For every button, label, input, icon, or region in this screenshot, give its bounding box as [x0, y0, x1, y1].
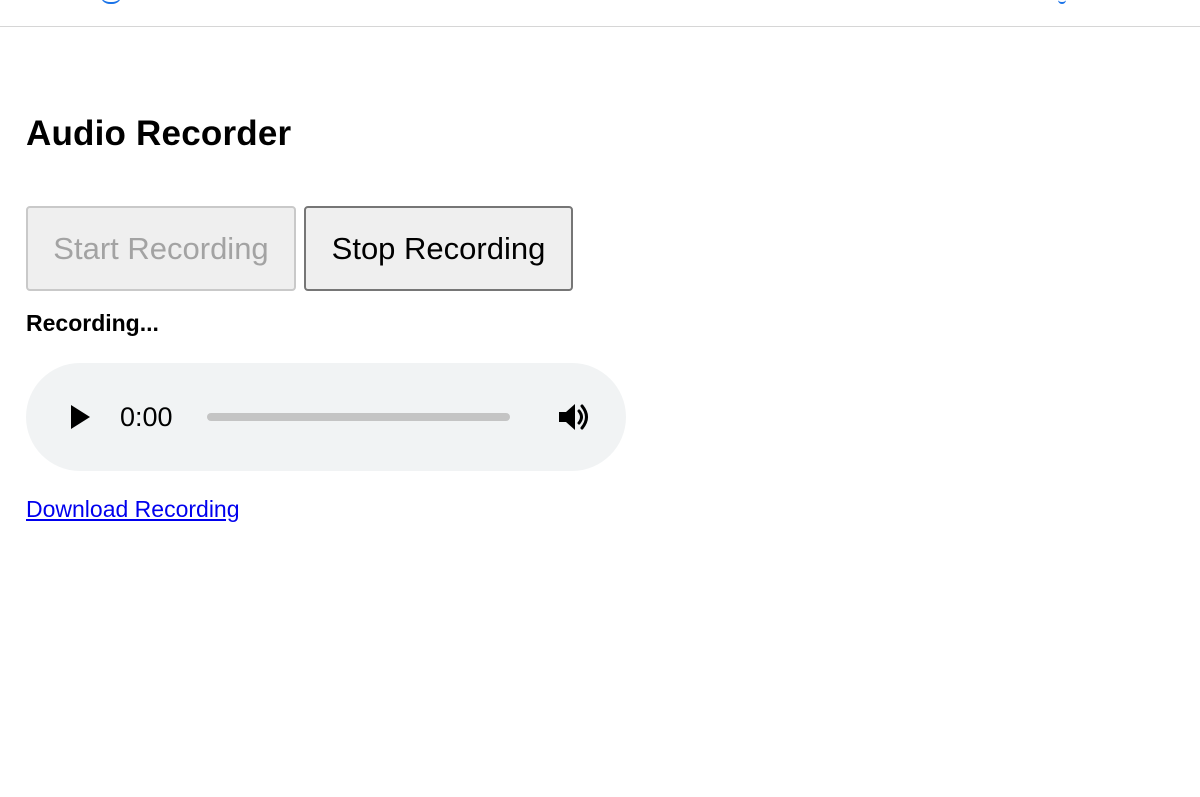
playback-progress-bar[interactable] [207, 413, 510, 421]
top-bar-fragment-left [100, 0, 122, 4]
page-title: Audio Recorder [26, 114, 292, 153]
play-icon[interactable] [71, 405, 90, 429]
browser-top-bar [0, 0, 1200, 27]
top-bar-fragment-right [1058, 0, 1066, 4]
playback-time: 0:00 [120, 402, 173, 432]
recorder-container: Audio Recorder Start Recording Stop Reco… [26, 112, 626, 522]
recording-status: Recording... [26, 310, 159, 336]
stop-recording-button[interactable]: Stop Recording [304, 206, 573, 291]
recording-controls: Start Recording Stop Recording [26, 206, 573, 291]
start-recording-button[interactable]: Start Recording [26, 206, 296, 291]
audio-player: 0:00 [26, 363, 626, 471]
volume-icon[interactable] [557, 401, 591, 433]
download-recording-link[interactable]: Download Recording [26, 496, 240, 523]
